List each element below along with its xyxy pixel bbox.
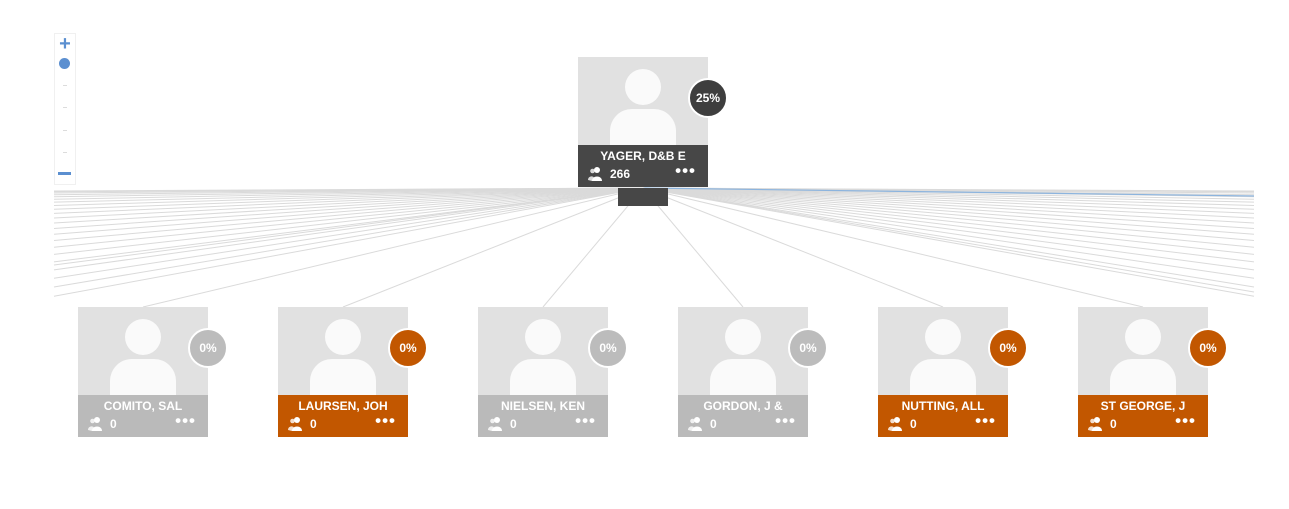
avatar-head <box>725 319 761 355</box>
node-info-bar: ST GEORGE, J 0 ••• <box>1078 395 1208 437</box>
people-icon <box>688 417 702 431</box>
report-count: 0 <box>910 417 917 431</box>
percent-badge: 0% <box>388 328 428 368</box>
avatar-body <box>310 359 376 395</box>
report-count: 0 <box>310 417 317 431</box>
percent-badge: 0% <box>1188 328 1228 368</box>
more-options-icon[interactable]: ••• <box>675 161 696 181</box>
people-icon <box>88 417 102 431</box>
avatar-body <box>1110 359 1176 395</box>
report-count: 0 <box>710 417 717 431</box>
people-icon <box>588 167 602 181</box>
percent-badge: 25% <box>688 78 728 118</box>
avatar-body <box>910 359 976 395</box>
report-count: 0 <box>510 417 517 431</box>
more-options-icon[interactable]: ••• <box>575 411 596 431</box>
org-node-child[interactable]: LAURSEN, JOH 0 ••• <box>278 307 408 437</box>
avatar-head <box>125 319 161 355</box>
avatar-body <box>710 359 776 395</box>
avatar-body <box>110 359 176 395</box>
percent-badge: 0% <box>788 328 828 368</box>
people-icon <box>888 417 902 431</box>
more-options-icon[interactable]: ••• <box>175 411 196 431</box>
percent-badge: 0% <box>588 328 628 368</box>
node-info-bar: GORDON, J & 0 ••• <box>678 395 808 437</box>
node-info-bar: COMITO, SAL 0 ••• <box>78 395 208 437</box>
org-node-root[interactable]: YAGER, D&B E 266 ••• <box>578 57 708 187</box>
more-options-icon[interactable]: ••• <box>775 411 796 431</box>
avatar-head <box>925 319 961 355</box>
avatar-body <box>610 109 676 145</box>
connector-line <box>642 187 1255 293</box>
percent-badge: 0% <box>188 328 228 368</box>
people-icon <box>1088 417 1102 431</box>
expand-collapse-tab[interactable] <box>618 188 668 206</box>
node-info-bar: NIELSEN, KEN 0 ••• <box>478 395 608 437</box>
avatar-head <box>325 319 361 355</box>
node-info-bar: LAURSEN, JOH 0 ••• <box>278 395 408 437</box>
percent-badge: 0% <box>988 328 1028 368</box>
avatar-head <box>525 319 561 355</box>
org-node-child[interactable]: COMITO, SAL 0 ••• <box>78 307 208 437</box>
node-info-bar: NUTTING, ALL 0 ••• <box>878 395 1008 437</box>
avatar-body <box>510 359 576 395</box>
org-node-child[interactable]: ST GEORGE, J 0 ••• <box>1078 307 1208 437</box>
more-options-icon[interactable]: ••• <box>375 411 396 431</box>
node-info-bar: YAGER, D&B E 266 ••• <box>578 145 708 187</box>
org-node-child[interactable]: GORDON, J & 0 ••• <box>678 307 808 437</box>
report-count: 266 <box>610 167 631 181</box>
more-options-icon[interactable]: ••• <box>975 411 996 431</box>
report-count: 0 <box>110 417 117 431</box>
more-options-icon[interactable]: ••• <box>1175 411 1196 431</box>
people-icon <box>288 417 302 431</box>
report-count: 0 <box>1110 417 1117 431</box>
connector-line <box>53 187 644 297</box>
avatar-head <box>625 69 661 105</box>
org-node-child[interactable]: NIELSEN, KEN 0 ••• <box>478 307 608 437</box>
connector-line <box>642 187 1255 297</box>
people-icon <box>488 417 502 431</box>
org-node-child[interactable]: NUTTING, ALL 0 ••• <box>878 307 1008 437</box>
avatar-head <box>1125 319 1161 355</box>
